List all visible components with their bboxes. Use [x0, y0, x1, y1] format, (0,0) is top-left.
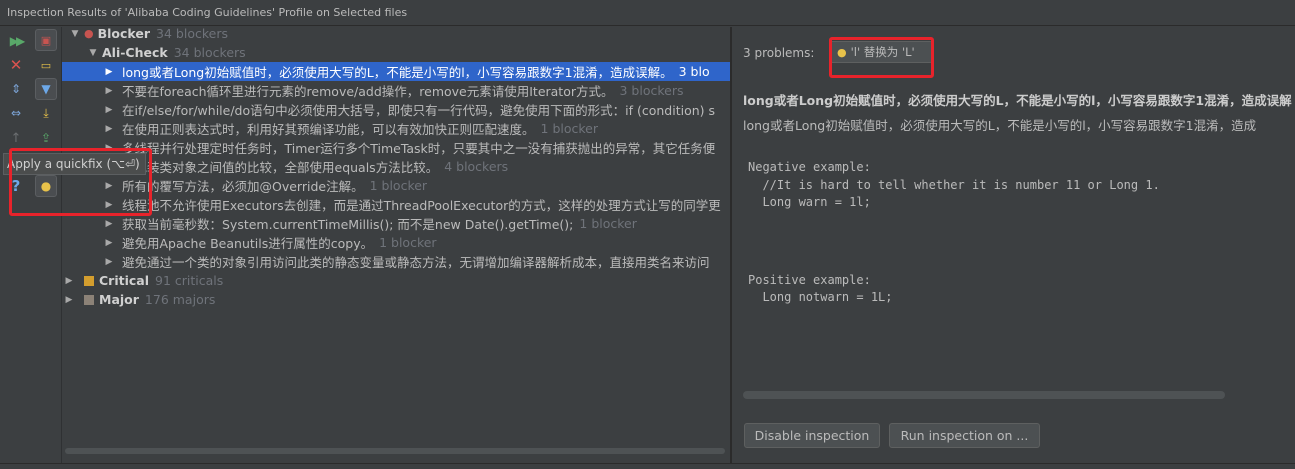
autoscroll-icon[interactable]: ⇪ — [35, 127, 57, 149]
previous-problem-icon[interactable]: ↑ — [5, 127, 27, 149]
positive-example-header: Positive example: — [748, 273, 871, 287]
export-icon[interactable]: ⤓ — [35, 102, 57, 124]
error-icon: ● — [84, 27, 94, 40]
collapsed-arrow-icon[interactable]: ▶ — [102, 105, 116, 115]
critical-severity-icon — [84, 275, 94, 286]
problem-item[interactable]: ▶ 避免通过一个类的对象引用访问此类的静态变量或静态方法，无谓增加编译器解析成本… — [62, 252, 730, 271]
disable-inspection-button[interactable]: Disable inspection — [744, 423, 880, 448]
problem-item[interactable]: ▶ 不要在foreach循环里进行元素的remove/add操作，remove元… — [62, 81, 730, 100]
collapse-all-icon[interactable]: ⇔ — [5, 102, 27, 124]
negative-example-comment: //It is hard to tell whether it is numbe… — [748, 178, 1160, 192]
expand-all-icon[interactable]: ⇕ — [5, 78, 27, 100]
problem-item[interactable]: ▶ 获取当前毫秒数：System.currentTimeMillis(); 而不… — [62, 214, 730, 233]
collapsed-arrow-icon[interactable]: ▶ — [102, 219, 116, 229]
details-horizontal-scrollbar[interactable] — [743, 391, 1225, 399]
positive-example-code: Long notwarn = 1L; — [748, 290, 893, 304]
problem-item[interactable]: ▶ 多线程并行处理定时任务时，Timer运行多个TimeTask时，只要其中之一… — [62, 138, 730, 157]
collapsed-arrow-icon[interactable]: ▶ — [102, 67, 116, 77]
problems-tree: ▼ ● Blocker 34 blockers ▼ Ali-Check 34 b… — [62, 27, 730, 463]
problem-item[interactable]: ▶ 在使用正则表达式时，利用好其预编译功能，可以有效加快正则匹配速度。 1 bl… — [62, 119, 730, 138]
expanded-arrow-icon[interactable]: ▼ — [86, 48, 100, 58]
collapsed-arrow-icon[interactable]: ▶ — [102, 124, 116, 134]
group-by-severity-icon[interactable]: ▣ — [35, 29, 57, 51]
problem-item[interactable]: ▶ 线程池不允许使用Executors去创建，而是通过ThreadPoolExe… — [62, 195, 730, 214]
severity-group-major[interactable]: ▶ Major 176 majors — [62, 290, 730, 309]
collapsed-arrow-icon[interactable]: ▶ — [102, 238, 116, 248]
group-ali-check[interactable]: ▼ Ali-Check 34 blockers — [86, 43, 730, 62]
panel-title: Inspection Results of 'Alibaba Coding Gu… — [7, 6, 408, 19]
major-severity-icon — [84, 294, 94, 305]
problems-count-label: 3 problems: — [743, 46, 815, 60]
collapsed-arrow-icon[interactable]: ▶ — [62, 276, 76, 286]
inspection-toolbar: ▶▶ ▣ ✕ ▭ ⇕ ▼ ⇔ ⤓ ↑ ⇪ ? ● — [0, 27, 62, 463]
collapsed-arrow-icon[interactable]: ▶ — [62, 295, 76, 305]
close-icon[interactable]: ✕ — [5, 54, 27, 76]
run-inspection-button[interactable]: Run inspection on ... — [889, 423, 1040, 448]
problem-item[interactable]: ▶ 避免用Apache Beanutils进行属性的copy。 1 blocke… — [62, 233, 730, 252]
problem-details-panel: 3 problems: ● 'l' 替换为 'L' long或者Long初始赋值… — [732, 27, 1295, 463]
problem-item[interactable]: ▶ 在if/else/for/while/do语句中必须使用大括号，即使只有一行… — [62, 100, 730, 119]
problem-title: long或者Long初始赋值时，必须使用大写的L，不能是小写的l，小写容易跟数字… — [743, 93, 1292, 108]
problem-item[interactable]: ▶ 所有的覆写方法，必须加@Override注解。 1 blocker — [62, 176, 730, 195]
severity-group-blocker[interactable]: ▼ ● Blocker 34 blockers — [68, 27, 730, 43]
problem-item-long-suffix[interactable]: ▶ long或者Long初始赋值时，必须使用大写的L，不能是小写的l，小写容易跟… — [62, 62, 730, 81]
expanded-arrow-icon[interactable]: ▼ — [68, 29, 82, 39]
highlight-box-quickfix-toolbar — [9, 148, 152, 216]
negative-example-code: Long warn = 1l; — [748, 195, 871, 209]
group-by-directory-icon[interactable]: ▭ — [35, 54, 57, 76]
problem-description: long或者Long初始赋值时，必须使用大写的L，不能是小写的l，小写容易跟数字… — [743, 118, 1257, 133]
collapsed-arrow-icon[interactable]: ▶ — [102, 257, 116, 267]
tree-horizontal-scrollbar[interactable] — [62, 446, 730, 456]
bottom-tool-window-bar — [0, 463, 1295, 469]
rerun-icon[interactable]: ▶▶ — [5, 30, 27, 52]
collapsed-arrow-icon[interactable]: ▶ — [102, 86, 116, 96]
highlight-box-quickfix-button — [829, 37, 934, 78]
panel-title-bar: Inspection Results of 'Alibaba Coding Gu… — [0, 0, 1295, 26]
problem-item[interactable]: ▶ 的包装类对象之间值的比较，全部使用equals方法比较。 4 blocker… — [62, 157, 730, 176]
filter-icon[interactable]: ▼ — [35, 78, 57, 100]
severity-group-critical[interactable]: ▶ Critical 91 criticals — [62, 271, 730, 290]
negative-example-header: Negative example: — [748, 160, 871, 174]
